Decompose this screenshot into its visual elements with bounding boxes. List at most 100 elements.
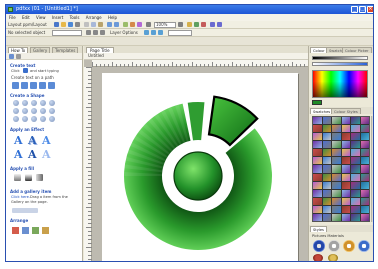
new-icon[interactable] <box>54 22 59 27</box>
material-swatch[interactable] <box>313 189 322 197</box>
material-swatch[interactable] <box>360 197 369 205</box>
material-swatch[interactable] <box>313 173 322 181</box>
home-icon[interactable] <box>9 54 14 59</box>
material-swatch[interactable] <box>322 181 331 189</box>
material-swatch[interactable] <box>351 181 360 189</box>
material-swatch[interactable] <box>360 125 369 133</box>
tab-colour-picker[interactable]: Colour Picker <box>342 47 372 53</box>
gear-outline-icon[interactable] <box>358 240 370 252</box>
shape-gallery-item[interactable] <box>40 116 46 122</box>
menu-file[interactable]: File <box>9 15 16 20</box>
material-swatch[interactable] <box>322 213 331 221</box>
donut-thin-slice[interactable] <box>187 102 205 141</box>
effect-letter-shadow-icon[interactable]: A <box>28 135 37 146</box>
layer-options-label[interactable]: Layer Options <box>110 30 138 36</box>
shape-gallery-item[interactable] <box>22 100 28 106</box>
shape-gallery-item[interactable] <box>31 116 37 122</box>
menu-edit[interactable]: Edit <box>22 15 30 20</box>
material-swatch[interactable] <box>351 213 360 221</box>
material-swatch[interactable] <box>360 213 369 221</box>
shape-gallery-item[interactable] <box>40 108 46 114</box>
align-left-icon[interactable] <box>144 30 149 35</box>
material-swatch[interactable] <box>313 125 322 133</box>
material-swatch[interactable] <box>332 189 341 197</box>
shape-gallery-item[interactable] <box>40 100 46 106</box>
material-swatch[interactable] <box>332 157 341 165</box>
arrange-group-icon[interactable] <box>32 227 39 234</box>
material-swatch[interactable] <box>351 133 360 141</box>
shape-gallery-item[interactable] <box>13 100 19 106</box>
align-right-icon[interactable] <box>158 30 163 35</box>
material-swatch[interactable] <box>313 213 322 221</box>
redo-icon[interactable] <box>114 22 119 27</box>
material-swatch[interactable] <box>313 117 322 125</box>
material-swatch[interactable] <box>351 157 360 165</box>
donut-artwork[interactable] <box>102 73 298 262</box>
material-swatch[interactable] <box>351 149 360 157</box>
cut-icon[interactable] <box>84 22 89 27</box>
gear-gold-icon[interactable] <box>343 240 355 252</box>
shape-gallery-item[interactable] <box>22 108 28 114</box>
arrange-back-icon[interactable] <box>22 227 29 234</box>
material-swatch[interactable] <box>322 165 331 173</box>
material-swatch[interactable] <box>332 205 341 213</box>
path-icon-1[interactable] <box>12 82 19 89</box>
shape-gallery-item[interactable] <box>13 108 19 114</box>
material-swatch[interactable] <box>360 165 369 173</box>
material-swatch[interactable] <box>332 197 341 205</box>
material-swatch[interactable] <box>360 189 369 197</box>
tab-styles[interactable]: Styles <box>310 226 327 232</box>
fill-icon-2[interactable] <box>25 174 32 181</box>
gallery-click-here-link[interactable]: Click here. <box>11 195 30 200</box>
fill-icon-3[interactable] <box>36 174 43 181</box>
material-swatch[interactable] <box>360 133 369 141</box>
material-swatch[interactable] <box>332 149 341 157</box>
material-swatch[interactable] <box>351 141 360 149</box>
gear-red-icon[interactable] <box>313 254 323 261</box>
material-swatch[interactable] <box>341 149 350 157</box>
material-swatch[interactable] <box>351 189 360 197</box>
shape-gallery-item[interactable] <box>22 116 28 122</box>
section-apply-fill[interactable]: Apply a fill <box>10 166 34 171</box>
material-swatch[interactable] <box>341 213 350 221</box>
menu-insert[interactable]: Insert <box>52 15 63 20</box>
material-swatch[interactable] <box>332 125 341 133</box>
shape-gallery-item[interactable] <box>31 100 37 106</box>
horizontal-ruler[interactable] <box>92 60 308 67</box>
section-apply-effect[interactable]: Apply an Effect <box>10 127 44 132</box>
colour-spectrum[interactable] <box>312 70 368 98</box>
tab-swatches[interactable]: Swatches <box>310 108 334 114</box>
open-icon[interactable] <box>61 22 66 27</box>
italic-icon[interactable] <box>93 30 98 35</box>
material-swatch[interactable] <box>341 205 350 213</box>
material-swatch[interactable] <box>341 189 350 197</box>
material-swatch[interactable] <box>313 181 322 189</box>
material-swatch[interactable] <box>332 213 341 221</box>
shape-gallery-item[interactable] <box>49 100 55 106</box>
section-text-on-path[interactable]: Create text on a path <box>11 75 54 80</box>
shape-gallery-item[interactable] <box>49 116 55 122</box>
vertical-ruler[interactable] <box>84 67 92 261</box>
arrange-icon[interactable] <box>210 22 215 27</box>
close-icon[interactable]: × <box>367 6 373 13</box>
material-swatch[interactable] <box>313 197 322 205</box>
material-swatch[interactable] <box>341 141 350 149</box>
effect-letter-gradient-icon[interactable]: A <box>42 135 51 146</box>
path-icon-2[interactable] <box>21 82 28 89</box>
material-swatch[interactable] <box>341 181 350 189</box>
underline-icon[interactable] <box>100 30 105 35</box>
gear-blue-icon[interactable] <box>313 240 325 252</box>
material-swatch[interactable] <box>313 165 322 173</box>
material-swatch[interactable] <box>360 149 369 157</box>
material-swatch[interactable] <box>332 117 341 125</box>
material-swatch[interactable] <box>360 205 369 213</box>
material-swatch[interactable] <box>313 157 322 165</box>
material-swatch[interactable] <box>341 157 350 165</box>
material-swatch-grid[interactable] <box>312 116 370 222</box>
section-arrange[interactable]: Arrange <box>10 218 28 223</box>
material-swatch[interactable] <box>332 141 341 149</box>
material-swatch[interactable] <box>341 125 350 133</box>
import-icon[interactable] <box>123 22 128 27</box>
material-swatch[interactable] <box>322 117 331 125</box>
gear-yellow-icon[interactable] <box>328 254 338 261</box>
